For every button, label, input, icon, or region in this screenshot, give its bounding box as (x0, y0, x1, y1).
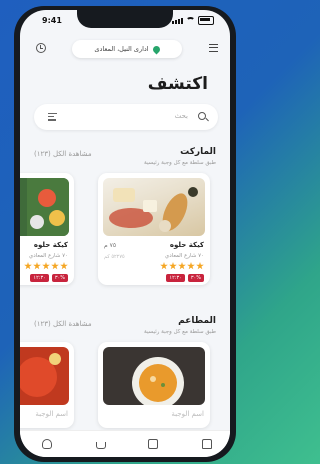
market-see-all-link[interactable]: مشاهدة الكل (١٢٣) (34, 150, 92, 158)
star-icon (169, 262, 177, 270)
star-icon (51, 262, 59, 270)
filter-icon[interactable] (48, 113, 57, 121)
discount-badge: ٣٠% (187, 274, 204, 282)
bottom-nav (20, 430, 230, 457)
cake-image (27, 178, 69, 236)
star-icon (178, 262, 186, 270)
market-card-address: ٧٠ شارع المعادي (28, 253, 68, 259)
time-badge: ١٢:٣٠ (30, 274, 49, 282)
rating-stars (160, 262, 204, 270)
discount-badge: ٣٠% (51, 274, 68, 282)
time-badge: ١٢:٣٠ (166, 274, 185, 282)
market-card-image (20, 178, 69, 236)
rating-stars (24, 262, 68, 270)
star-icon (60, 262, 68, 270)
location-label: ادارى النيل، المعادى (94, 45, 149, 53)
market-card-price: ٧٥ م (104, 242, 117, 249)
search-icon[interactable] (198, 112, 206, 120)
bread-cheese-image (109, 187, 198, 232)
star-icon (196, 262, 204, 270)
clock-icon[interactable] (36, 43, 46, 53)
search-bar[interactable]: بحث (34, 104, 218, 130)
search-input[interactable]: بحث (175, 112, 188, 120)
market-card-distance: ٥٢٢٧٥ كم (104, 254, 125, 260)
status-time: 9:41 (42, 16, 62, 25)
market-card-address: ٧٠ شارع المعادي (164, 253, 204, 259)
star-icon (24, 262, 32, 270)
restaurants-title: المطاعم (178, 316, 216, 326)
market-card-image (103, 178, 205, 236)
restaurants-subtitle: طبق سلطة مع كل وجبة رئيسية (144, 329, 216, 335)
market-card[interactable]: كيكة حلوه ٧٠ شارع المعادي ١٢:٣٠ ٣٠% (20, 173, 74, 285)
signal-icon (172, 17, 183, 24)
star-icon (33, 262, 41, 270)
restaurant-card-name: اسم الوجبة (35, 410, 68, 418)
market-card-name: كيكة حلوه (169, 241, 204, 249)
bag-icon[interactable] (148, 439, 158, 449)
restaurants-see-all-link[interactable]: مشاهدة الكل (١٢٣) (34, 320, 92, 328)
user-icon[interactable] (42, 439, 52, 449)
card-badges: ١٢:٣٠ ٣٠% (30, 274, 68, 282)
battery-icon (198, 16, 214, 25)
top-bar: ادارى النيل، المعادى (20, 40, 230, 58)
location-selector[interactable]: ادارى النيل، المعادى (72, 40, 182, 58)
market-subtitle: طبق سلطة مع كل وجبة رئيسية (144, 160, 216, 166)
location-pin-icon (151, 44, 162, 54)
restaurant-card-image (20, 347, 69, 405)
restaurant-card[interactable]: اسم الوجبة (98, 342, 210, 428)
star-icon (42, 262, 50, 270)
restaurant-card-name: اسم الوجبة (171, 410, 204, 418)
menu-icon[interactable] (209, 44, 218, 52)
basket-icon[interactable] (96, 442, 106, 449)
status-icons (172, 16, 214, 25)
restaurant-card[interactable]: اسم الوجبة (20, 342, 74, 428)
app-screen: 9:41 ادارى النيل، المعادى اكتشف بحث الما… (20, 10, 230, 457)
notch (77, 10, 173, 28)
restaurant-card-image (103, 347, 205, 405)
star-icon (160, 262, 168, 270)
market-card[interactable]: كيكة حلوه ٧٥ م ٧٠ شارع المعادي ٥٢٢٧٥ كم … (98, 173, 210, 285)
star-icon (187, 262, 195, 270)
page-title: اكتشف (147, 74, 208, 94)
home-icon[interactable] (202, 439, 212, 449)
soup-image (132, 357, 184, 405)
wifi-icon (186, 17, 195, 24)
market-card-name: كيكة حلوه (33, 241, 68, 249)
market-title: الماركت (180, 147, 216, 157)
tomato-dish-image (20, 353, 61, 397)
card-badges: ١٢:٣٠ ٣٠% (166, 274, 204, 282)
